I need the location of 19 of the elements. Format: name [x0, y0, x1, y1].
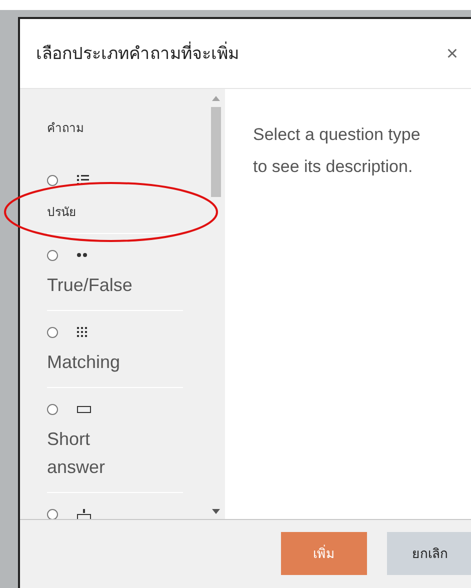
question-type-label[interactable]: Short answer — [47, 425, 142, 482]
radio-button[interactable] — [47, 250, 58, 261]
radio-button[interactable] — [47, 508, 58, 520]
number-box-icon — [77, 508, 91, 520]
radio-button[interactable] — [47, 174, 58, 186]
section-label: คำถาม — [47, 120, 84, 138]
two-dots-icon — [77, 253, 87, 258]
close-button[interactable]: × — [446, 44, 458, 64]
grid-icon — [77, 326, 89, 338]
description-text: Select a question type to see its description. — [253, 124, 422, 178]
dialog-title: เลือกประเภทคำถามที่จะเพิ่ม — [36, 40, 239, 65]
radio-button[interactable] — [47, 326, 58, 338]
question-type-label[interactable]: True/False — [47, 271, 142, 300]
text-box-icon — [77, 406, 91, 413]
scroll-down-icon[interactable] — [212, 509, 220, 514]
cancel-button[interactable]: ยกเลิก — [387, 532, 471, 576]
question-type-label[interactable]: Matching — [47, 348, 142, 376]
radio-button[interactable] — [47, 404, 58, 415]
scroll-thumb[interactable] — [211, 107, 221, 198]
